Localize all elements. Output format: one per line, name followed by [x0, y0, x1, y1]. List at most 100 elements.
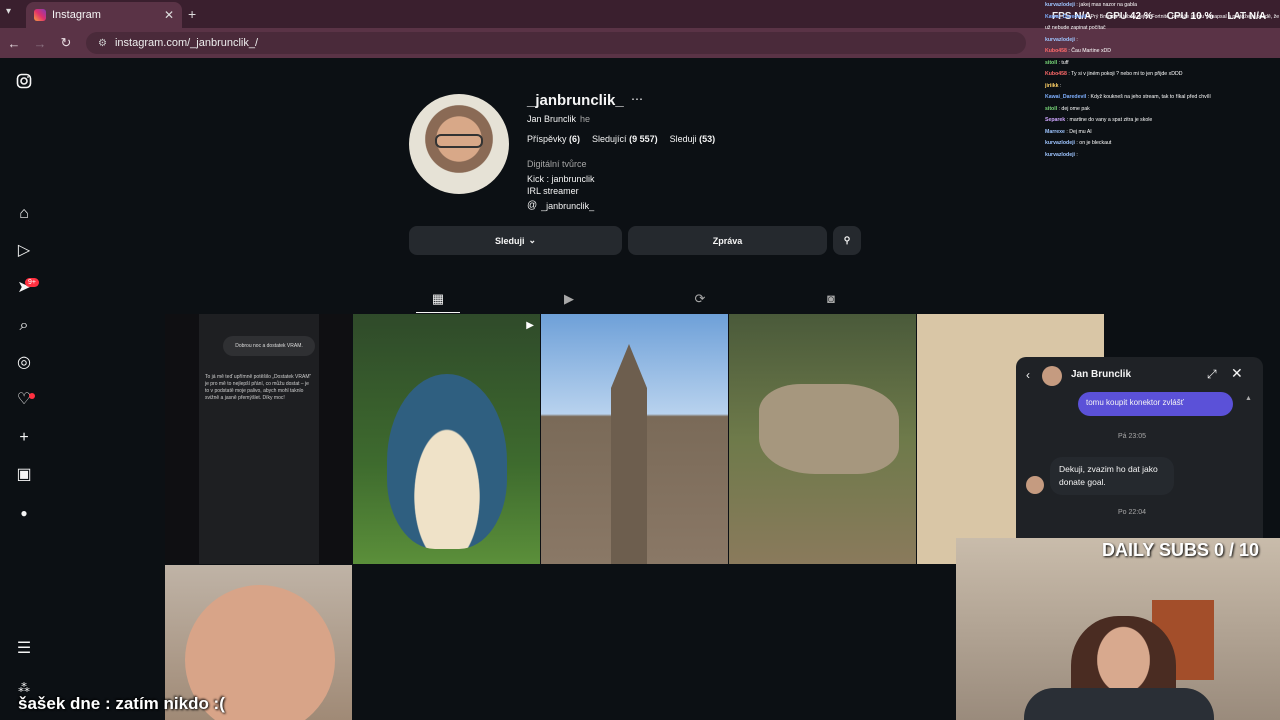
- sasek-dne-overlay: šašek dne : zatím nikdo :(: [18, 694, 225, 713]
- tab-reels-icon[interactable]: ▶: [561, 291, 577, 307]
- chat-text: :: [1074, 36, 1078, 43]
- expand-icon[interactable]: ⤢: [1207, 367, 1217, 382]
- create-icon[interactable]: +: [15, 429, 33, 447]
- profile-full-name: Jan Brunclik: [527, 114, 577, 124]
- profile-category: Digitální tvůrce: [527, 159, 587, 169]
- chat-text: : Čau Martine xDD: [1066, 48, 1112, 54]
- dashboard-icon[interactable]: ▣: [15, 466, 33, 484]
- profile-stats: Příspěvky (6) Sledující (9 557) Sleduji …: [527, 134, 715, 144]
- post-thumbnail[interactable]: [729, 314, 916, 564]
- search-icon[interactable]: ⌕: [15, 317, 33, 335]
- dm-popup: ‹ Jan Brunclik ⤢ ✕ tomu koupit konektor …: [1016, 357, 1263, 543]
- chat-text: : tuff: [1057, 59, 1069, 66]
- chat-message: kurvazlodeji :: [1045, 35, 1280, 47]
- chat-text: : dej ome pak: [1057, 105, 1090, 112]
- profile-avatar[interactable]: [409, 94, 509, 194]
- chat-message: jiriikk :: [1045, 81, 1280, 93]
- back-icon[interactable]: ←: [2, 36, 26, 51]
- following-stat[interactable]: Sleduji (53): [670, 134, 716, 144]
- post-thumbnail[interactable]: [541, 314, 728, 564]
- chat-message: sitoll : dej ome pak: [1045, 104, 1280, 116]
- notification-dot: [29, 393, 35, 399]
- site-info-icon[interactable]: ⚙: [98, 38, 107, 49]
- chat-text: : Když koukneš na jeho stream, tak to ří…: [1086, 94, 1211, 100]
- tab-posts-grid-icon[interactable]: ▦: [430, 291, 446, 307]
- tab-reposts-icon[interactable]: ⟳: [692, 291, 708, 307]
- browser-tab[interactable]: Instagram ✕: [26, 2, 182, 28]
- active-tab-indicator: [416, 312, 460, 313]
- profile-username: _janbrunclik_: [527, 92, 624, 109]
- suggested-users-button[interactable]: ⚲: [833, 226, 861, 255]
- followers-stat[interactable]: Sledující (9 557): [592, 134, 658, 144]
- chat-username: kurvazlodeji: [1045, 151, 1075, 158]
- chat-message: sitoll : tuff: [1045, 58, 1280, 70]
- message-button[interactable]: Zpráva: [628, 226, 827, 255]
- profile-pronoun: he: [580, 114, 591, 124]
- tab-title: Instagram: [52, 9, 101, 21]
- sent-message-bubble: tomu koupit konektor zvlášť: [1078, 392, 1233, 416]
- new-tab-icon[interactable]: +: [188, 6, 196, 22]
- threads-link[interactable]: @ _janbrunclik_: [527, 200, 594, 211]
- close-tab-icon[interactable]: ✕: [164, 8, 174, 22]
- chat-text: : Ty si v jiném pokoji ? nebo mi to jen …: [1066, 71, 1183, 77]
- chat-username: Marrexe: [1045, 128, 1065, 135]
- chat-message: Kawai_Daredevil : Prý Bruncla s tebou ne…: [1045, 12, 1280, 35]
- received-message-bubble: Dekuji, zvazim ho dat jako donate goal.: [1050, 457, 1174, 495]
- instagram-logo-icon[interactable]: [15, 73, 33, 91]
- chat-username: Separek: [1045, 117, 1066, 123]
- chat-message: kurvazlodeji : on je bleckaut: [1045, 138, 1280, 150]
- scroll-up-icon[interactable]: ▲: [1245, 395, 1252, 402]
- chat-username: Kubo458: [1045, 71, 1067, 77]
- following-button[interactable]: Sleduji ⌄: [409, 226, 622, 255]
- posts-stat[interactable]: Příspěvky (6): [527, 134, 580, 144]
- message-timestamp: Pá 23:05: [1117, 433, 1147, 440]
- chat-username: sitoll: [1045, 105, 1058, 112]
- more-menu-icon[interactable]: ☰: [15, 640, 33, 658]
- notification-badge: 9+: [25, 278, 39, 287]
- chat-username: Kubo458: [1045, 48, 1067, 54]
- webcam-overlay: [956, 538, 1280, 720]
- chat-message: Separek : martine do vany a spat zitra j…: [1045, 115, 1280, 127]
- reels-icon[interactable]: ▷: [15, 242, 33, 260]
- bio-line: IRL streamer: [527, 186, 579, 196]
- chat-message: kurvazlodeji :: [1045, 150, 1280, 162]
- tab-search-icon[interactable]: ▾: [6, 6, 11, 17]
- reload-icon[interactable]: ↻: [54, 35, 78, 51]
- chat-text: : on je bleckaut: [1074, 140, 1112, 146]
- chat-username: sitoll: [1045, 59, 1058, 66]
- chat-username: Kawai_Daredevil: [1045, 13, 1087, 20]
- tab-tagged-icon[interactable]: ◙: [823, 291, 839, 307]
- chat-message: Kubo458 : Ty si v jiném pokoji ? nebo mi…: [1045, 69, 1280, 81]
- home-icon[interactable]: ⌂: [15, 205, 33, 223]
- chat-message: kurvazlodeji : jakej mas nazor na gabla: [1045, 0, 1280, 12]
- chat-username: Kawai_Daredevil: [1045, 94, 1087, 100]
- url-text: instagram.com/_janbrunclik_/: [114, 37, 259, 49]
- instagram-favicon-icon: [34, 9, 46, 21]
- chat-username: kurvazlodeji: [1045, 36, 1075, 43]
- forward-icon[interactable]: →: [28, 36, 52, 51]
- chat-message: Kubo458 : Čau Martine xDD: [1045, 46, 1280, 58]
- chat-username: kurvazlodeji: [1045, 140, 1075, 146]
- profile-avatar-icon[interactable]: ●: [15, 504, 33, 522]
- chat-username: jiriikk: [1045, 82, 1059, 89]
- chat-text: : martine do vany a spat zitra je skole: [1065, 117, 1153, 123]
- close-icon[interactable]: ✕: [1231, 365, 1243, 382]
- back-icon[interactable]: ‹: [1026, 368, 1030, 382]
- threads-icon: @: [527, 200, 538, 211]
- dm-avatar: [1042, 366, 1062, 386]
- stream-chat-overlay: kurvazlodeji : jakej mas nazor na gabla K…: [1045, 0, 1280, 161]
- bio-line: Kick : janbrunclik: [527, 174, 595, 184]
- post-thumbnail[interactable]: Dobrou noc a dostatek VRAM. To já mě teď…: [165, 314, 352, 564]
- chat-username: kurvazlodeji: [1045, 2, 1075, 8]
- chat-text: :: [1058, 82, 1062, 89]
- reel-indicator-icon: ▶: [526, 320, 534, 331]
- chat-text: : Dej mu AI: [1064, 128, 1092, 135]
- daily-subs-counter: DAILY SUBS 0 / 10: [1102, 540, 1260, 560]
- post-thumbnail[interactable]: ▶: [353, 314, 540, 564]
- chevron-down-icon: ⌄: [528, 235, 537, 245]
- explore-icon[interactable]: ◎: [15, 354, 33, 372]
- address-bar[interactable]: ⚙ instagram.com/_janbrunclik_/: [86, 32, 1026, 54]
- add-person-icon: ⚲: [843, 235, 851, 245]
- chat-message: Marrexe : Dej mu AI: [1045, 127, 1280, 139]
- more-options-icon[interactable]: ⋯: [631, 92, 643, 106]
